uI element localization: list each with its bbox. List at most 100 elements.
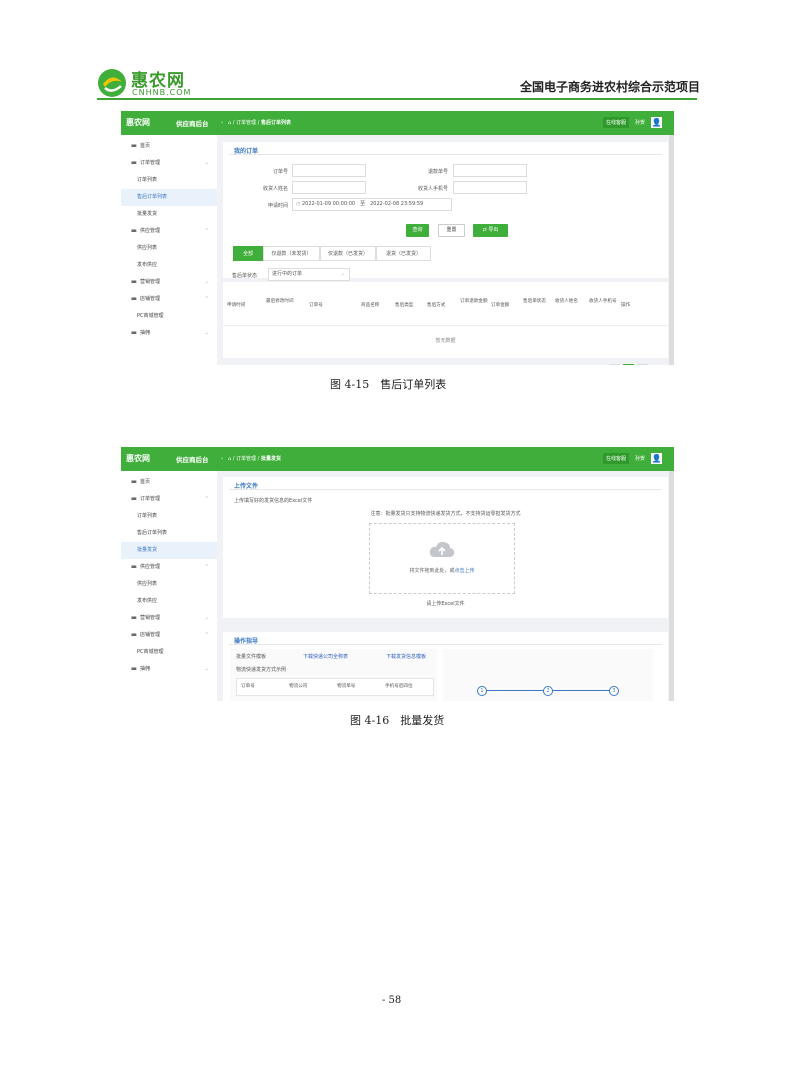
sidebar-item[interactable]: ▪▪ 订单管理 ⌃: [121, 491, 217, 508]
sidebar-item[interactable]: PC商城管理: [121, 644, 217, 661]
drop-text: 将文件拖到此处，或点击上传: [409, 568, 475, 574]
upload-panel: 上传文件 上传填写好的发货信息的Excel文件 注意：批量发货只支持物流快递发货…: [223, 477, 668, 618]
export-button[interactable]: ⇄ 导出: [473, 224, 508, 237]
sidebar-item[interactable]: ▪▪ 首页: [121, 474, 217, 491]
tab-refund-shipped[interactable]: 仅退款（已发货）: [320, 246, 376, 261]
example-column-header: 物流公司: [289, 684, 308, 689]
sidebar-item[interactable]: 批量发货: [121, 542, 217, 559]
top-bar: 惠农网 供应商后台 ‹ ⌂ / 订单管理 / 批量发货 在线客服 孙贺 👤: [121, 447, 674, 471]
date-separator: 至: [360, 201, 366, 207]
user-name[interactable]: 孙贺: [635, 455, 645, 462]
sidebar-item[interactable]: ▪▪ 首页: [121, 138, 217, 155]
next-page-button[interactable]: ›: [637, 364, 648, 365]
receiver-phone-input[interactable]: [453, 181, 527, 194]
grid-icon: ▪▪: [131, 143, 137, 149]
chevron-icon: ⌃: [204, 564, 209, 570]
sidebar-item[interactable]: ▪▪ 营销管理 ⌄: [121, 274, 217, 291]
column-header: 收货人姓名: [555, 299, 578, 304]
header-divider: [97, 98, 697, 100]
sidebar-item[interactable]: 发布供应: [121, 593, 217, 610]
download-template-link[interactable]: 下载发货信息模板: [386, 653, 426, 660]
grid-icon: ▪▪: [131, 479, 137, 485]
scrollbar[interactable]: [669, 471, 674, 701]
example-label: 物流快递发货方式示例: [236, 667, 287, 673]
online-service-button[interactable]: 在线客服: [602, 453, 629, 464]
download-company-link[interactable]: 下载快递公司全称表: [303, 653, 348, 660]
refund-no-input[interactable]: [453, 164, 527, 177]
upload-dropzone[interactable]: 将文件拖到此处，或点击上传: [369, 523, 515, 594]
orders-table: 申请时间 最后修改时间 订单号 商品名称 售后类型 售后方式 订单退款金额 订单金额 售后单状态…: [223, 282, 668, 358]
query-button[interactable]: 查询: [406, 224, 429, 237]
sidebar-item[interactable]: ▪▪ 营销管理 ⌄: [121, 610, 217, 627]
sidebar-item[interactable]: ▪▪ 抽佣 ⌄: [121, 325, 217, 342]
sidebar-item[interactable]: 批量发货: [121, 206, 217, 223]
sidebar-item-label: 首页: [140, 143, 151, 149]
sidebar-item[interactable]: 订单列表: [121, 172, 217, 189]
sidebar-item[interactable]: ▪▪ 抽佣 ⌄: [121, 661, 217, 678]
sidebar-item[interactable]: ▪▪ 供应管理 ⌃: [121, 559, 217, 576]
avatar-icon[interactable]: 👤: [651, 453, 662, 464]
huinong-logo-icon: [98, 69, 126, 97]
date-end: 2022-02-08 23:59:59: [370, 201, 424, 207]
column-header: 售后方式: [427, 303, 446, 308]
sidebar-item[interactable]: 供应列表: [121, 240, 217, 257]
sidebar-item[interactable]: ▪▪ 店铺管理 ⌃: [121, 291, 217, 308]
receiver-phone-label: 收货人手机号: [417, 186, 448, 192]
receiver-name-input[interactable]: [292, 181, 366, 194]
sidebar-item[interactable]: ▪▪ 供应管理 ⌃: [121, 223, 217, 240]
sidebar-item[interactable]: 订单列表: [121, 508, 217, 525]
template-label: 批量文件模板: [236, 654, 267, 660]
user-name[interactable]: 孙贺: [635, 119, 645, 126]
scrollbar[interactable]: [669, 135, 674, 365]
example-column-header: 物流单号: [337, 684, 356, 689]
sidebar-item-label: 订单列表: [137, 177, 158, 183]
logo-subtext: CNHNB.COM: [132, 88, 192, 97]
sidebar-item[interactable]: PC商城管理: [121, 308, 217, 325]
avatar-icon[interactable]: 👤: [651, 117, 662, 128]
tab-all[interactable]: 全部: [233, 246, 263, 261]
breadcrumb-parent[interactable]: 订单管理: [236, 456, 256, 462]
breadcrumb-current: 售后订单列表: [260, 120, 291, 126]
breadcrumb: ‹ ⌂ / 订单管理 / 售后订单列表: [221, 120, 291, 126]
tab-return-shipped[interactable]: 退货（已发货）: [376, 246, 431, 261]
sidebar-item[interactable]: 售后订单列表: [121, 189, 217, 206]
status-select[interactable]: 进行中的订单 ⌄: [268, 268, 350, 281]
sidebar-item[interactable]: ▪▪ 店铺管理 ⌃: [121, 627, 217, 644]
pagination: ‹ 1 ›: [609, 364, 648, 365]
grid-icon: ▪▪: [131, 564, 137, 570]
sidebar-item[interactable]: 供应列表: [121, 576, 217, 593]
date-range-picker[interactable]: ◷ 2022-01-09 00:00:00 至 2022-02-08 23:59…: [292, 198, 452, 211]
column-header: 订单金额: [491, 303, 510, 308]
sidebar-item-label: 售后订单列表: [137, 194, 168, 200]
example-column-header: 订单号: [241, 684, 255, 689]
grid-icon: ▪▪: [131, 615, 137, 621]
apply-time-label: 申请时间: [267, 203, 288, 209]
sidebar-item[interactable]: 发布供应: [121, 257, 217, 274]
empty-state: 暂无数据: [435, 338, 456, 344]
sidebar-item-label: 订单列表: [137, 513, 158, 519]
sidebar-item[interactable]: 售后订单列表: [121, 525, 217, 542]
tab-refund-unshipped[interactable]: 仅退款（未发货）: [263, 246, 320, 261]
column-header: 收货人手机号: [589, 299, 617, 304]
chevron-icon: ⌃: [204, 632, 209, 638]
sidebar-item-label: 抽佣: [140, 666, 151, 672]
order-no-input[interactable]: [292, 164, 366, 177]
prev-page-button[interactable]: ‹: [609, 364, 620, 365]
sidebar-item-label: 订单管理: [140, 496, 161, 502]
sidebar-item-label: 供应列表: [137, 245, 158, 251]
brand-name: 惠农网: [126, 454, 150, 463]
online-service-button[interactable]: 在线客服: [602, 117, 629, 128]
table-header: 申请时间 最后修改时间 订单号 商品名称 售后类型 售后方式 订单退款金额 订单金额 售后单状态…: [223, 295, 668, 326]
reset-button[interactable]: 重置: [438, 224, 465, 237]
chevron-down-icon: ⌄: [340, 271, 345, 277]
breadcrumb-parent[interactable]: 订单管理: [236, 120, 256, 126]
click-upload-link[interactable]: 点击上传: [455, 568, 475, 574]
page-button[interactable]: 1: [623, 364, 634, 365]
refund-no-label: 退款单号: [427, 169, 448, 175]
step-circle: 2: [543, 686, 553, 696]
guide-steps: 1 2 3: [443, 649, 653, 701]
sidebar-item[interactable]: ▪▪ 订单管理 ⌄: [121, 155, 217, 172]
sidebar-item-label: 营销管理: [140, 279, 161, 285]
column-header: 订单号: [309, 303, 323, 308]
sidebar-item-label: 发布供应: [137, 598, 158, 604]
